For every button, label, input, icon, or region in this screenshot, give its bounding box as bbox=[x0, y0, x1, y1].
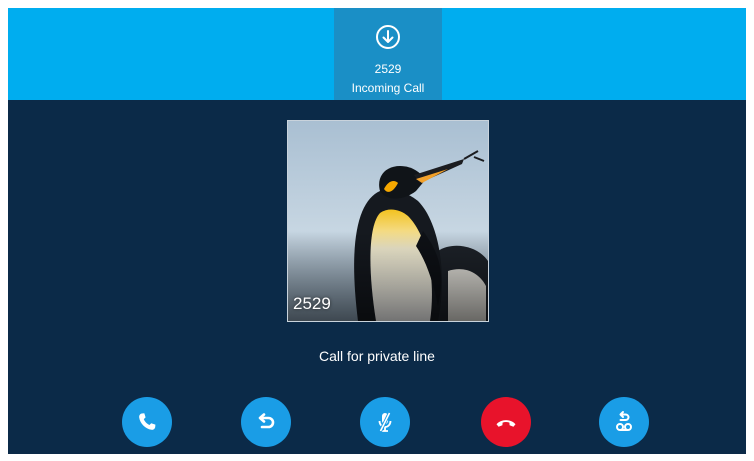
download-arrow-icon bbox=[375, 24, 401, 50]
penguin-image bbox=[288, 121, 488, 321]
hang-up-icon bbox=[496, 420, 516, 427]
photo-caption: 2529 bbox=[293, 294, 331, 313]
silence-button[interactable] bbox=[360, 397, 410, 447]
top-bar: 2529 Incoming Call bbox=[8, 8, 746, 100]
reject-button[interactable] bbox=[481, 397, 531, 447]
incoming-call-tab[interactable]: 2529 Incoming Call bbox=[334, 8, 442, 100]
call-status: Incoming Call bbox=[351, 81, 425, 95]
incoming-call-screen: 2529 Incoming Call 2529 Call for private… bbox=[8, 8, 746, 454]
contact-photo: 2529 bbox=[287, 120, 489, 322]
mic-off-icon bbox=[378, 412, 392, 432]
caller-number: 2529 bbox=[374, 62, 402, 76]
answer-button[interactable] bbox=[122, 397, 172, 447]
return-arrow-icon bbox=[258, 413, 275, 429]
voicemail-icon bbox=[616, 411, 632, 431]
forward-button[interactable] bbox=[241, 397, 291, 447]
voicemail-button[interactable] bbox=[599, 397, 649, 447]
phone-icon bbox=[139, 413, 156, 430]
line-label: Call for private line bbox=[319, 348, 435, 364]
